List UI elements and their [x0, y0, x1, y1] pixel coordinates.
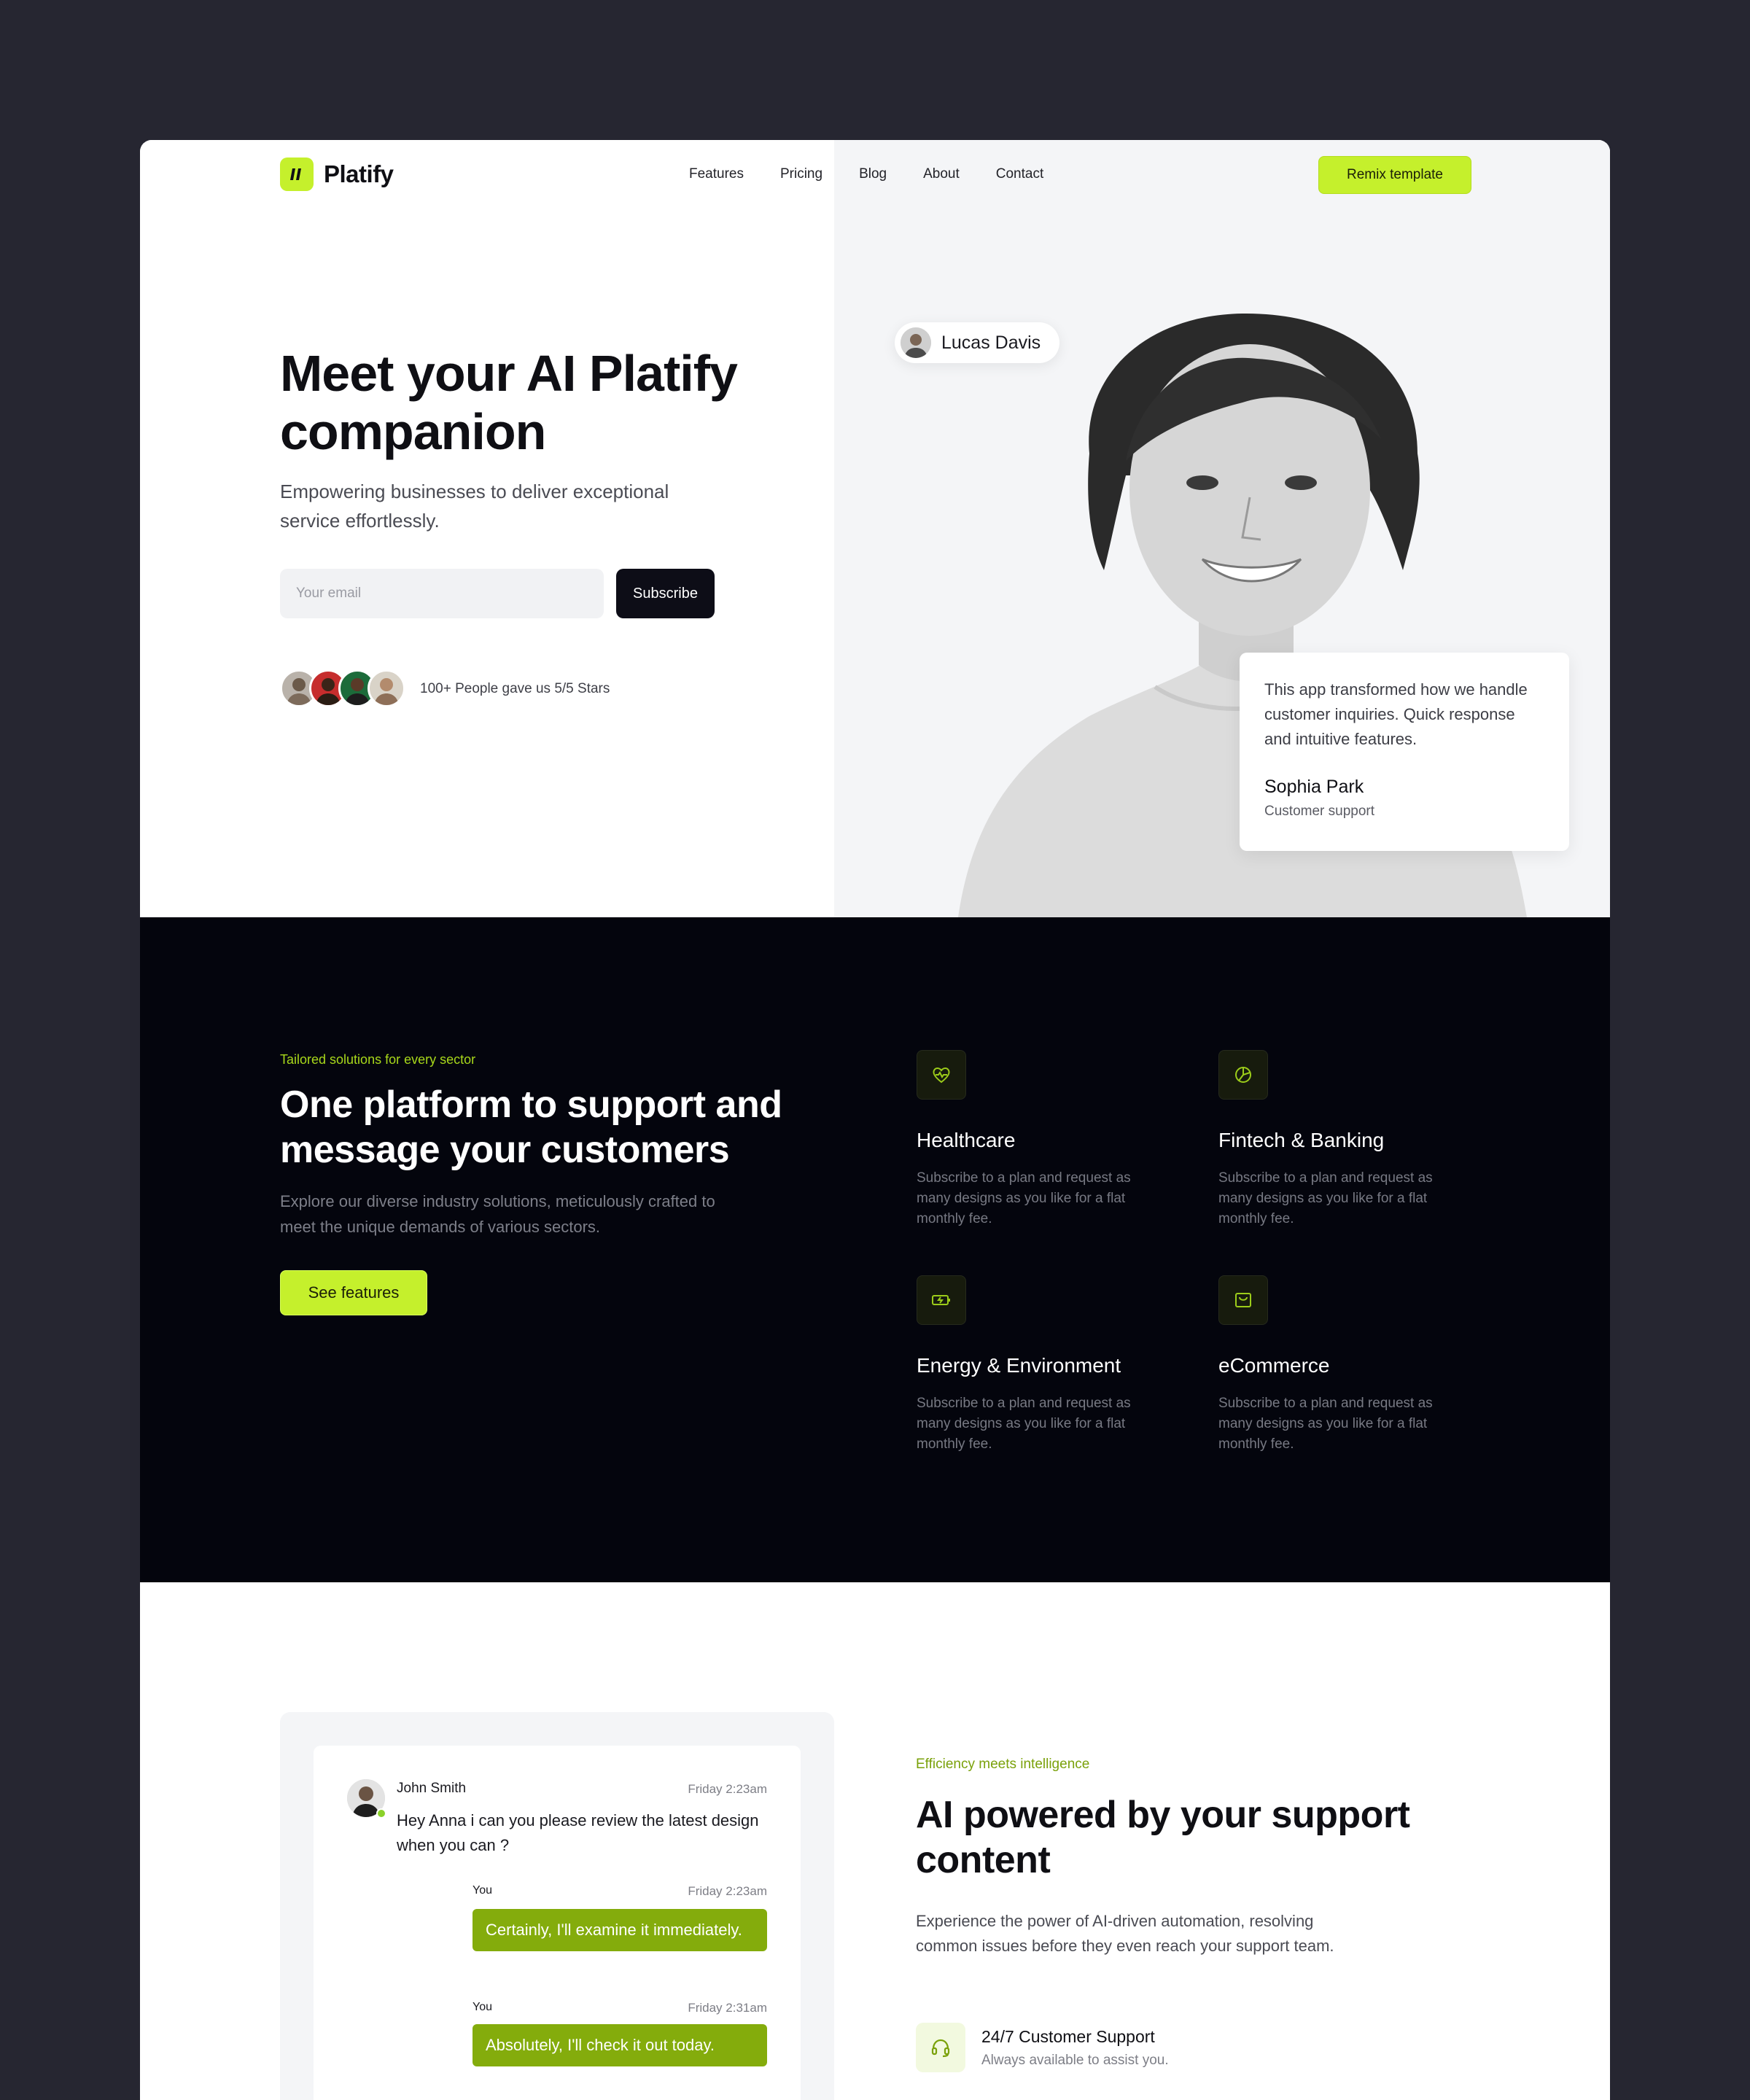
support-feature-text: 24/7 Customer Support Always available t… — [981, 2027, 1169, 2069]
brand-name: Platify — [324, 160, 394, 187]
nav-link-blog[interactable]: Blog — [841, 166, 905, 182]
reviewer-avatars — [280, 669, 405, 707]
message-time: Friday 2:23am — [688, 1782, 767, 1796]
message-sender: John Smith — [397, 1781, 467, 1796]
reply-time: Friday 2:31am — [688, 2001, 767, 2015]
section-eyebrow: Efficiency meets intelligence — [916, 1757, 1090, 1772]
section-subtitle: Explore our diverse industry solutions, … — [280, 1192, 715, 1236]
testimonial-quote: This app transformed how we handle custo… — [1264, 680, 1528, 748]
feature-desc: Subscribe to a plan and request as many … — [1218, 1396, 1433, 1452]
testimonial-name: Sophia Park — [1264, 777, 1364, 797]
hero-title: Meet your AI Platify companion — [280, 345, 738, 460]
nav-link-contact[interactable]: Contact — [978, 166, 1062, 182]
feature-title: Energy & Environment — [917, 1354, 1121, 1377]
nav-link-pricing[interactable]: Pricing — [762, 166, 841, 182]
nav-link-about[interactable]: About — [905, 166, 978, 182]
support-feature-row: 24/7 Customer Support Always available t… — [916, 2023, 1169, 2072]
main-nav: Features Pricing Blog About Contact — [671, 166, 1062, 182]
reply-time: Friday 2:23am — [688, 1884, 767, 1898]
section-title: AI powered by your support content — [916, 1794, 1410, 1881]
feature-energy: Energy & Environment Subscribe to a plan… — [917, 1275, 1179, 1455]
solutions-section: Tailored solutions for every sector One … — [140, 917, 1610, 1582]
feature-desc: Subscribe to a plan and request as many … — [917, 1396, 1131, 1452]
chat-card: John Smith Friday 2:23am Hey Anna i can … — [314, 1746, 801, 2100]
message-text: Hey Anna i can you please review the lat… — [397, 1811, 759, 1854]
testimonial-card: This app transformed how we handle custo… — [1240, 653, 1569, 851]
support-feature-subtitle: Always available to assist you. — [981, 2052, 1169, 2068]
brand-logo[interactable]: Platify — [280, 158, 394, 191]
hero-subtitle: Empowering businesses to deliver excepti… — [280, 481, 669, 532]
efficiency-section: John Smith Friday 2:23am Hey Anna i can … — [140, 1582, 1610, 2100]
pie-chart-icon — [1218, 1050, 1268, 1100]
feature-desc: Subscribe to a plan and request as many … — [917, 1170, 1131, 1226]
feature-healthcare: Healthcare Subscribe to a plan and reque… — [917, 1050, 1179, 1229]
remix-template-button[interactable]: Remix template — [1318, 156, 1471, 194]
online-status-dot — [376, 1808, 386, 1819]
headphones-icon — [916, 2023, 965, 2072]
feature-title: eCommerce — [1218, 1354, 1330, 1377]
heart-pulse-icon — [917, 1050, 966, 1100]
email-input[interactable] — [280, 569, 604, 618]
see-features-button[interactable]: See features — [280, 1270, 427, 1315]
section-subtitle: Experience the power of AI-driven automa… — [916, 1912, 1334, 1955]
support-feature-title: 24/7 Customer Support — [981, 2026, 1155, 2046]
feature-ecommerce: eCommerce Subscribe to a plan and reques… — [1218, 1275, 1481, 1455]
section-title: One platform to support and message your… — [280, 1084, 782, 1171]
hero-section: Platify Features Pricing Blog About Cont… — [140, 140, 1610, 917]
avatar — [368, 669, 405, 707]
page-frame: Platify Features Pricing Blog About Cont… — [140, 140, 1610, 2100]
reply-label: You — [472, 2001, 492, 2013]
section-eyebrow: Tailored solutions for every sector — [280, 1052, 476, 1067]
pill-name: Lucas Davis — [941, 332, 1041, 353]
reply-label: You — [472, 1884, 492, 1897]
feature-title: Healthcare — [917, 1129, 1016, 1151]
platify-logo-icon — [280, 158, 314, 191]
battery-charging-icon — [917, 1275, 966, 1325]
feature-fintech: Fintech & Banking Subscribe to a plan an… — [1218, 1050, 1481, 1229]
testimonial-role: Customer support — [1264, 804, 1375, 819]
avatar — [901, 327, 931, 358]
subscribe-button[interactable]: Subscribe — [616, 569, 715, 618]
shopping-bag-icon — [1218, 1275, 1268, 1325]
nav-link-features[interactable]: Features — [671, 166, 762, 182]
chat-preview-panel: John Smith Friday 2:23am Hey Anna i can … — [280, 1712, 834, 2100]
reply-bubble: Absolutely, I'll check it out today. — [472, 2024, 767, 2066]
rating-text: 100+ People gave us 5/5 Stars — [420, 681, 610, 696]
reply-bubble: Certainly, I'll examine it immediately. — [472, 1909, 767, 1951]
feature-title: Fintech & Banking — [1218, 1129, 1385, 1151]
name-pill: Lucas Davis — [895, 322, 1060, 363]
feature-desc: Subscribe to a plan and request as many … — [1218, 1170, 1433, 1226]
